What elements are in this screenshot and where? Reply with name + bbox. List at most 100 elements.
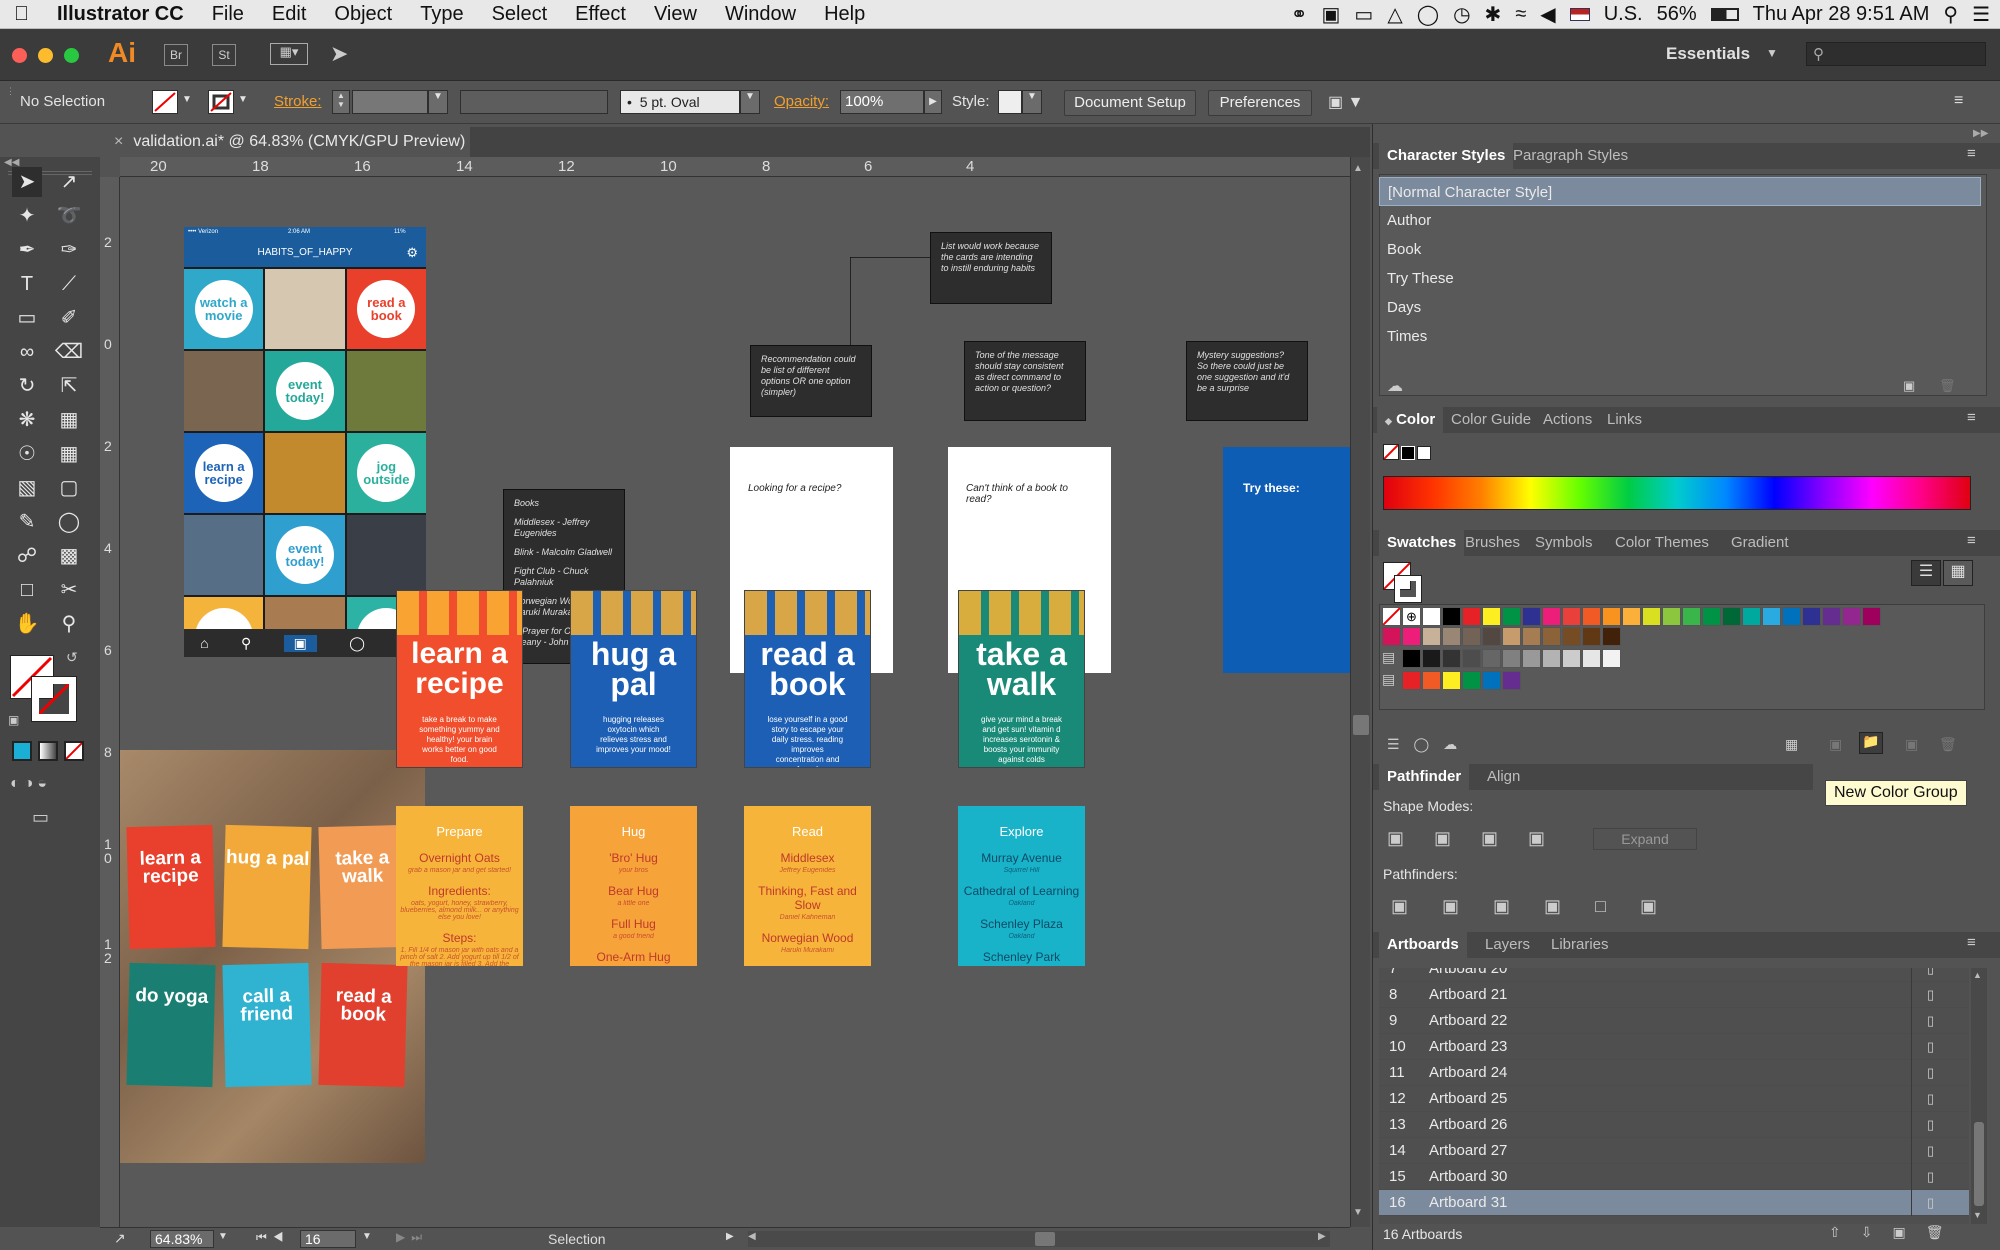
arrange-documents-icon[interactable]: ▦▾ bbox=[270, 43, 308, 65]
color-swatch[interactable] bbox=[1562, 649, 1581, 668]
artboard-options-icon[interactable]: ▯ bbox=[1927, 1086, 1934, 1112]
artboard-row[interactable]: 12 Artboard 25 ▯ bbox=[1379, 1086, 1969, 1112]
color-swatch[interactable] bbox=[1762, 607, 1781, 626]
habit-poster[interactable]: hug a pal hugging releases oxytocin which… bbox=[570, 590, 697, 768]
style-normal[interactable]: [Normal Character Style] bbox=[1379, 177, 1981, 206]
list-card[interactable]: Read Middlesex Jeffrey Eugenides Thinking, … bbox=[744, 806, 871, 966]
display-icon[interactable]: ▭ bbox=[1354, 2, 1373, 27]
brush-dropdown-icon[interactable]: ▼ bbox=[740, 90, 760, 114]
gpu-performance-icon[interactable]: ➤ bbox=[330, 41, 348, 67]
gradient-tool-icon[interactable]: ▢ bbox=[54, 473, 84, 503]
color-mode-icon[interactable] bbox=[12, 741, 32, 761]
color-swatch[interactable] bbox=[1462, 671, 1481, 690]
delete-artboard-icon[interactable]: 🗑 bbox=[1926, 1224, 1964, 1240]
menu-type[interactable]: Type bbox=[406, 3, 477, 26]
habit-poster[interactable]: read a book lose yourself in a good story… bbox=[744, 590, 871, 768]
color-swatch[interactable] bbox=[1562, 607, 1581, 626]
brush-definition[interactable]: • 5 pt. Oval bbox=[620, 90, 740, 114]
fill-dropdown-arrow-icon[interactable]: ▼ bbox=[182, 94, 192, 105]
app-menu[interactable]: Illustrator CC bbox=[43, 3, 198, 26]
artboard-row[interactable]: 15 Artboard 30 ▯ bbox=[1379, 1164, 1969, 1190]
menu-help[interactable]: Help bbox=[810, 3, 879, 26]
shaper-tool-icon[interactable]: ∞ bbox=[12, 337, 42, 367]
horizontal-scroll-thumb[interactable] bbox=[1035, 1232, 1055, 1246]
swatch-stroke-indicator[interactable] bbox=[1394, 575, 1422, 603]
menu-effect[interactable]: Effect bbox=[561, 3, 640, 26]
artboard-row[interactable]: 9 Artboard 22 ▯ bbox=[1379, 1008, 1969, 1034]
stroke-weight-input[interactable] bbox=[352, 90, 428, 114]
artboard-tool-icon[interactable]: □ bbox=[12, 575, 42, 605]
color-swatch[interactable] bbox=[1722, 607, 1741, 626]
color-swatch[interactable] bbox=[1442, 671, 1461, 690]
rectangle-tool-icon[interactable]: ▭ bbox=[12, 303, 42, 333]
tab-align[interactable]: Align bbox=[1479, 764, 1528, 790]
color-swatch[interactable] bbox=[1422, 649, 1441, 668]
tab-color-themes[interactable]: Color Themes bbox=[1607, 530, 1717, 556]
menu-window[interactable]: Window bbox=[711, 3, 810, 26]
color-spectrum[interactable] bbox=[1383, 476, 1971, 510]
color-swatch[interactable] bbox=[1482, 627, 1501, 646]
none-mode-icon[interactable] bbox=[64, 741, 84, 761]
new-color-group-icon[interactable]: 📁 bbox=[1859, 732, 1883, 754]
color-swatch[interactable] bbox=[1522, 607, 1541, 626]
slice-tool-icon[interactable]: ✂ bbox=[54, 575, 84, 605]
artboard-row[interactable]: 7 Artboard 20 ▯ bbox=[1379, 968, 1969, 982]
zoom-level-input[interactable]: 64.83% bbox=[150, 1230, 214, 1248]
color-swatch[interactable] bbox=[1562, 627, 1581, 646]
export-icon[interactable]: ↗ bbox=[114, 1230, 126, 1247]
color-swatch[interactable] bbox=[1462, 627, 1481, 646]
style-author[interactable]: Author bbox=[1379, 206, 1981, 235]
folder-icon[interactable]: ▤ bbox=[1382, 671, 1395, 688]
swatch-options-icon[interactable]: ▣ bbox=[1829, 736, 1842, 753]
default-fill-stroke-icon[interactable]: ▣ bbox=[8, 713, 19, 727]
curvature-tool-icon[interactable]: ✑ bbox=[54, 235, 84, 265]
artboard-nav-prev-icon[interactable]: ⏮◀ bbox=[256, 1230, 290, 1245]
color-swatch[interactable] bbox=[1682, 607, 1701, 626]
stroke-swatch[interactable] bbox=[208, 90, 234, 114]
color-swatch[interactable] bbox=[1602, 627, 1621, 646]
lasso-tool-icon[interactable]: ➰ bbox=[54, 201, 84, 231]
color-swatch[interactable] bbox=[1782, 607, 1801, 626]
preferences-button[interactable]: Preferences bbox=[1208, 90, 1312, 116]
tab-libraries[interactable]: Libraries bbox=[1543, 932, 1617, 958]
list-note[interactable]: List would work because the cards are in… bbox=[930, 232, 1052, 304]
collapse-panels-icon[interactable]: ▶▶ bbox=[1973, 128, 1988, 139]
artboards-scrollbar[interactable]: ▲ ▼ bbox=[1971, 968, 1987, 1224]
color-swatch[interactable] bbox=[1422, 671, 1441, 690]
color-swatch[interactable] bbox=[1662, 607, 1681, 626]
hand-tool-icon[interactable]: ✋ bbox=[12, 609, 42, 639]
color-swatch[interactable] bbox=[1442, 607, 1461, 626]
list-card[interactable]: Hug 'Bro' Hug your bros Bear Hug a little on… bbox=[570, 806, 697, 966]
color-swatch[interactable] bbox=[1542, 649, 1561, 668]
show-swatch-kinds-icon[interactable]: ▦ bbox=[1785, 736, 1798, 753]
grid-view-icon[interactable]: ▦ bbox=[1943, 560, 1973, 586]
expand-button[interactable]: Expand bbox=[1593, 828, 1697, 850]
zoom-dropdown-icon[interactable]: ▼ bbox=[218, 1231, 228, 1242]
panel-menu-icon[interactable]: ≡ bbox=[1967, 145, 1976, 162]
list-card[interactable]: Prepare Overnight Oats grab a mason jar an… bbox=[396, 806, 523, 966]
recommendation-note[interactable]: Recommendation could be list of differen… bbox=[750, 345, 872, 417]
scroll-up-icon[interactable]: ▲ bbox=[1353, 163, 1363, 174]
delete-style-icon[interactable]: 🗑 bbox=[1939, 378, 1956, 394]
style-try-these[interactable]: Try These bbox=[1379, 264, 1981, 293]
tab-swatches[interactable]: Swatches bbox=[1379, 530, 1465, 556]
artboard-row[interactable]: 8 Artboard 21 ▯ bbox=[1379, 982, 1969, 1008]
swatch-libraries-icon[interactable]: ☰◯☁ bbox=[1387, 736, 1471, 753]
color-swatch[interactable] bbox=[1442, 627, 1461, 646]
scroll-right-icon[interactable]: ▶ bbox=[1318, 1231, 1326, 1242]
shape-builder-tool-icon[interactable]: ☉ bbox=[12, 439, 42, 469]
artboard-options-icon[interactable]: ▯ bbox=[1927, 1138, 1934, 1164]
outline-icon[interactable]: □ bbox=[1595, 896, 1640, 916]
search-input[interactable]: ⚲ bbox=[1806, 42, 1986, 66]
panel-menu-icon[interactable]: ≡ bbox=[1954, 92, 1963, 110]
exclude-icon[interactable]: ▣ bbox=[1528, 828, 1575, 848]
graphic-style-swatch[interactable] bbox=[998, 90, 1022, 114]
perspective-grid-tool-icon[interactable]: ▦ bbox=[54, 439, 84, 469]
artboard-options-icon[interactable]: ▯ bbox=[1927, 1034, 1934, 1060]
menu-select[interactable]: Select bbox=[478, 3, 562, 26]
none-swatch-icon[interactable] bbox=[1382, 607, 1401, 626]
artboard-options-icon[interactable]: ▯ bbox=[1927, 1190, 1934, 1216]
color-none-fill[interactable] bbox=[1383, 444, 1399, 460]
artboard-row[interactable]: 10 Artboard 23 ▯ bbox=[1379, 1034, 1969, 1060]
document-tab[interactable]: × validation.ai* @ 64.83% (CMYK/GPU Previ… bbox=[100, 127, 470, 157]
